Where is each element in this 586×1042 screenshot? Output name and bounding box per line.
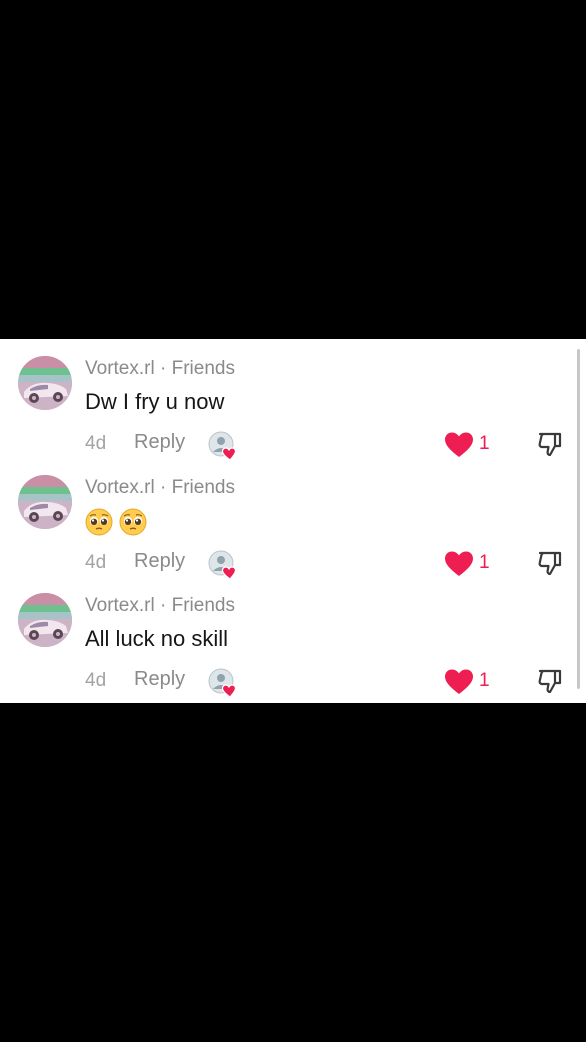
- relation-label: Friends: [171, 595, 235, 616]
- avatar-image: [18, 593, 72, 647]
- comment-time: 4d: [85, 433, 107, 454]
- comment-text: All luck no skill: [85, 626, 229, 651]
- comments-panel: Vortex.rl · Friends Dw I fry u now 4d Re…: [0, 339, 586, 703]
- comment-item: Vortex.rl · Friends 4d Reply 1: [0, 458, 586, 576]
- avatar[interactable]: [18, 356, 72, 410]
- comment-time: 4d: [85, 670, 107, 691]
- avatar-image: [18, 356, 72, 410]
- comment-item: Vortex.rl · Friends Dw I fry u now 4d Re…: [0, 339, 586, 457]
- separator: ·: [154, 595, 172, 616]
- avatar[interactable]: [18, 475, 72, 529]
- comment-text: Dw I fry u now: [85, 389, 225, 414]
- comment-time: 4d: [85, 552, 107, 573]
- separator: ·: [154, 477, 172, 498]
- pleading-face-icon: [85, 508, 113, 536]
- reply-button[interactable]: Reply: [134, 431, 185, 454]
- like-heart-icon[interactable]: [444, 668, 474, 696]
- comment-header: Vortex.rl · Friends: [85, 595, 235, 617]
- avatar-image: [18, 475, 72, 529]
- username[interactable]: Vortex.rl: [85, 477, 155, 498]
- comment-emojis: [85, 508, 147, 536]
- creator-liked-icon: [208, 431, 238, 461]
- username[interactable]: Vortex.rl: [85, 595, 155, 616]
- dislike-icon[interactable]: [536, 667, 564, 695]
- like-heart-icon[interactable]: [444, 431, 474, 459]
- relation-label: Friends: [171, 477, 235, 498]
- like-count: 1: [479, 552, 490, 573]
- like-count: 1: [479, 670, 490, 691]
- username[interactable]: Vortex.rl: [85, 358, 155, 379]
- comment-header: Vortex.rl · Friends: [85, 477, 235, 499]
- creator-liked-icon: [208, 668, 238, 698]
- comment-header: Vortex.rl · Friends: [85, 358, 235, 380]
- separator: ·: [154, 358, 172, 379]
- reply-button[interactable]: Reply: [134, 550, 185, 573]
- dislike-icon[interactable]: [536, 430, 564, 458]
- like-heart-icon[interactable]: [444, 550, 474, 578]
- comment-item: Vortex.rl · Friends All luck no skill 4d…: [0, 576, 586, 694]
- like-count: 1: [479, 433, 490, 454]
- dislike-icon[interactable]: [536, 549, 564, 577]
- avatar[interactable]: [18, 593, 72, 647]
- relation-label: Friends: [171, 358, 235, 379]
- pleading-face-icon: [119, 508, 147, 536]
- reply-button[interactable]: Reply: [134, 668, 185, 691]
